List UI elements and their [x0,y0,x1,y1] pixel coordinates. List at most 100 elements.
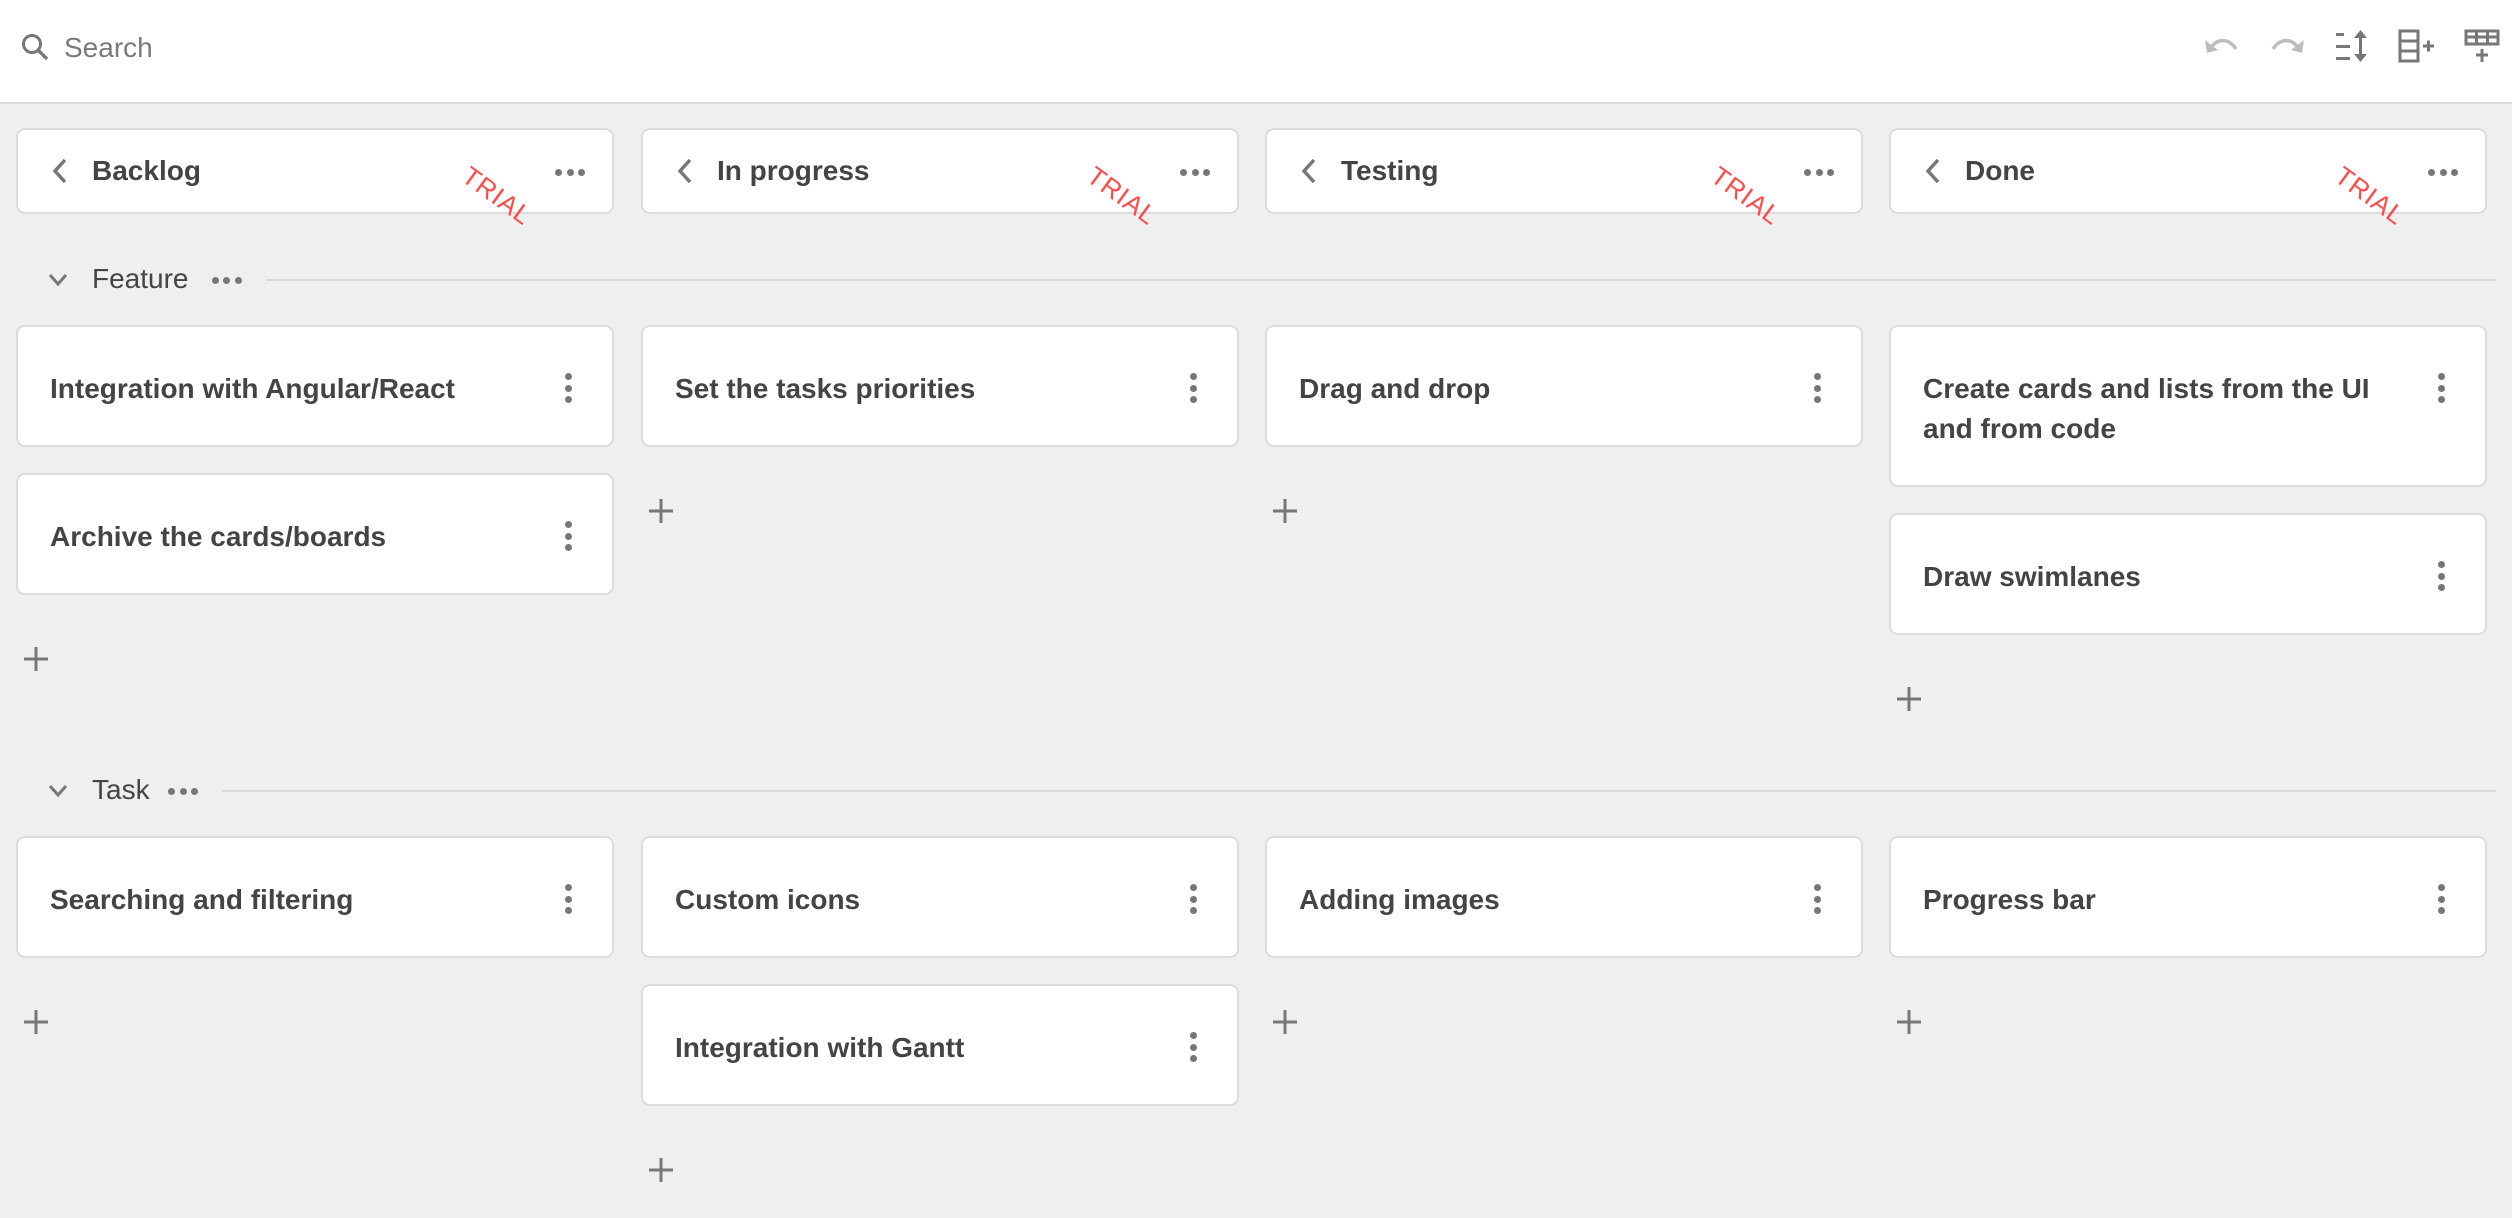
add-card-button[interactable] [1895,685,1923,713]
dot [564,544,572,551]
task-card[interactable]: Integration with Angular/React [16,325,614,447]
plus-icon [647,1158,675,1188]
card-menu-button[interactable] [2433,558,2449,594]
task-card[interactable]: Drag and drop [1265,325,1863,447]
card-menu-button[interactable] [1185,881,1201,917]
lane-menu-button[interactable] [211,270,242,290]
dot [578,168,585,176]
dot [2437,396,2445,403]
dot [2437,584,2445,591]
add-card-button[interactable] [1895,1008,1923,1036]
column-title: Done [1965,155,2035,186]
task-card[interactable]: Adding images [1265,836,1863,958]
add-row-icon [2464,28,2500,69]
dot [564,532,572,540]
undo-icon [2203,34,2241,63]
add-card-button[interactable] [647,497,675,525]
swimlane-header-feature: Feature [0,258,2512,302]
task-card[interactable]: Draw swimlanes [1889,513,2487,635]
dot [566,168,574,176]
collapse-column-button[interactable] [1297,157,1321,185]
card-title: Draw swimlanes [1923,561,2141,592]
redo-icon [2268,34,2306,63]
add-card-button[interactable] [22,645,50,673]
plus-icon [1271,1010,1299,1040]
collapse-column-button[interactable] [673,157,697,185]
dot [179,787,187,795]
trial-watermark: TRIAL [2329,160,2411,231]
dot [1189,373,1197,380]
card-menu-button[interactable] [560,881,576,917]
add-column-button[interactable] [2397,28,2437,68]
sort-button[interactable] [2332,28,2372,68]
collapse-lane-button[interactable] [48,272,68,288]
card-menu-button[interactable] [1185,1029,1201,1065]
dot [191,787,198,795]
task-card[interactable]: Custom icons [641,836,1239,958]
task-card[interactable]: Archive the cards/boards [16,473,614,595]
swimlane-title: Task [92,774,150,805]
task-card[interactable]: Set the tasks priorities [641,325,1239,447]
task-card[interactable]: Searching and filtering [16,836,614,958]
dot [223,276,230,284]
plus-icon [1271,499,1299,529]
chevron-left-icon [673,158,697,189]
dot [2428,168,2435,176]
card-title: Progress bar [1923,884,2096,915]
dot [564,884,572,891]
trial-watermark: TRIAL [1705,160,1787,231]
chevron-left-icon [1297,158,1321,189]
redo-button[interactable] [2267,28,2307,68]
column-menu-button[interactable] [1177,158,1213,186]
dot [1189,907,1197,914]
chevron-left-icon [1921,158,1945,189]
column-header-inprogress: In progress TRIAL [641,128,1239,231]
dot [1189,895,1197,903]
trial-watermark: TRIAL [456,160,538,231]
column-menu-button[interactable] [552,158,588,186]
lane-menu-button[interactable] [168,781,198,801]
card-menu-button[interactable] [1809,370,1825,406]
card-menu-button[interactable] [2433,370,2449,406]
card-title: Searching and filtering [50,884,354,915]
add-card-button[interactable] [1271,497,1299,525]
card-menu-button[interactable] [560,370,576,406]
plus-icon [647,499,675,529]
card-menu-button[interactable] [1809,881,1825,917]
card-menu-button[interactable] [2433,881,2449,917]
column-menu-button[interactable] [2425,158,2461,186]
lane-divider [222,790,2496,792]
card-title: Custom icons [675,884,861,915]
sort-icon [2334,29,2370,68]
dot [1189,1043,1197,1051]
dot [211,276,219,284]
add-row-button[interactable] [2462,28,2502,68]
collapse-lane-button[interactable] [48,783,68,799]
dot [2451,168,2458,176]
swimlane-header-task: Task [0,769,2512,813]
dot [564,384,572,392]
add-card-button[interactable] [22,1008,50,1036]
undo-button[interactable] [2202,28,2242,68]
card-menu-button[interactable] [1185,370,1201,406]
dot [1189,384,1197,392]
task-card[interactable]: Progress bar [1889,836,2487,958]
dot [2437,907,2445,914]
collapse-column-button[interactable] [48,157,72,185]
column-header-testing: Testing TRIAL [1265,128,1863,231]
plus-icon [1895,1010,1923,1040]
task-card[interactable]: Create cards and lists from the UI and f… [1889,325,2487,487]
search-input[interactable] [64,26,664,70]
card-menu-button[interactable] [560,518,576,554]
dot [1813,396,1821,403]
add-card-button[interactable] [647,1156,675,1184]
add-card-button[interactable] [1271,1008,1299,1036]
collapse-column-button[interactable] [1921,157,1945,185]
dot [1813,373,1821,380]
swimlane-title: Feature [92,263,189,294]
column-menu-button[interactable] [1801,158,1837,186]
card-title: Drag and drop [1299,373,1491,404]
dot [2437,884,2445,891]
dot [168,787,175,795]
task-card[interactable]: Integration with Gantt [641,984,1239,1106]
